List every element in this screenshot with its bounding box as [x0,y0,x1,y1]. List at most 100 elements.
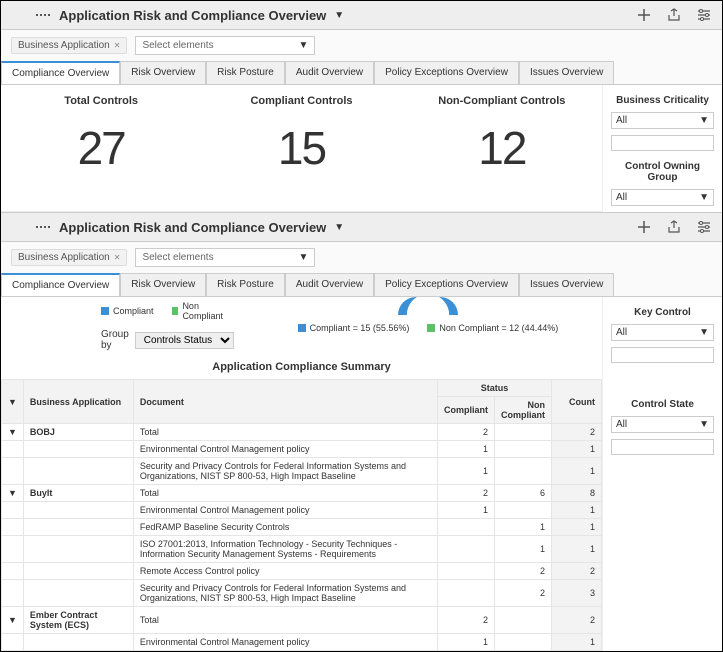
filter-select-control-owning-group[interactable]: All▼ [611,189,714,206]
select-elements-dropdown[interactable]: Select elements ▼ [135,248,315,267]
close-icon[interactable]: ✕ [114,41,121,50]
table-row[interactable]: ISO 27001:2013, Information Technology -… [2,536,602,563]
table-row[interactable]: Security and Privacy Controls for Federa… [2,580,602,607]
cell-count: 1 [552,458,602,485]
tab-audit-overview[interactable]: Audit Overview [285,273,374,296]
title-dropdown-icon[interactable]: ▼ [334,222,344,233]
tab-risk-posture[interactable]: Risk Posture [206,273,285,296]
stat-value: 12 [402,121,602,175]
filter-row-top: Business Application ✕ Select elements ▼ [1,30,722,61]
groupby-select[interactable]: Controls Status [135,332,234,349]
legend-compliant: Compliant [101,306,154,316]
add-icon[interactable] [636,219,652,235]
cell-document: Total [133,485,437,502]
filter-token-business-application[interactable]: Business Application ✕ [11,249,127,266]
settings-sliders-icon[interactable] [696,219,712,235]
col-noncompliant[interactable]: Non Compliant [495,397,552,424]
stat-compliant-controls: Compliant Controls 15 [201,85,401,211]
settings-sliders-icon[interactable] [696,7,712,23]
select-elements-dropdown[interactable]: Select elements ▼ [135,36,315,55]
right-filters-bottom: Key Control All▼ Control State All▼ [602,297,722,651]
cell-compliant: 2 [438,424,495,441]
stat-label: Non-Compliant Controls [402,95,602,107]
tab-risk-posture[interactable]: Risk Posture [206,61,285,84]
cell-count: 1 [552,441,602,458]
stat-label: Total Controls [1,95,201,107]
table-row[interactable]: Remote Access Control policy22 [2,563,602,580]
filter-token-label: Business Application [18,40,110,51]
tab-policy-exceptions-overview[interactable]: Policy Exceptions Overview [374,61,519,84]
stat-value: 27 [1,121,201,175]
dashboard-grid-icon[interactable] [35,7,51,23]
filter-select-business-criticality[interactable]: All▼ [611,112,714,129]
select-placeholder: Select elements [142,252,213,263]
expand-icon[interactable]: ▼ [2,607,24,634]
table-row[interactable]: ▼Ember Contract System (ECS)Total22 [2,607,602,634]
cell-compliant [438,536,495,563]
cell-document: Environmental Control Management policy [133,441,437,458]
col-expand[interactable]: ▼ [2,380,24,424]
chevron-down-icon: ▼ [699,192,709,203]
col-document[interactable]: Document [133,380,437,424]
filter-select-key-control[interactable]: All▼ [611,324,714,341]
col-count[interactable]: Count [552,380,602,424]
cell-compliant: 1 [438,634,495,651]
table-row[interactable]: ▼BuyItTotal268 [2,485,602,502]
filter-select-control-state[interactable]: All▼ [611,416,714,433]
stat-total-controls: Total Controls 27 [1,85,201,211]
table-row[interactable]: Environmental Control Management policy1… [2,634,602,651]
tab-audit-overview[interactable]: Audit Overview [285,61,374,84]
cell-noncompliant [495,441,552,458]
chevron-down-icon: ▼ [699,327,709,338]
table-row[interactable]: Security and Privacy Controls for Federa… [2,458,602,485]
table-row[interactable]: Environmental Control Management policy1… [2,502,602,519]
share-icon[interactable] [666,7,682,23]
cell-document: Security and Privacy Controls for Federa… [133,580,437,607]
page-title: Application Risk and Compliance Overview [59,220,326,235]
cell-app [23,563,133,580]
filter-token-business-application[interactable]: Business Application ✕ [11,37,127,54]
tab-issues-overview[interactable]: Issues Overview [519,273,614,296]
tab-risk-overview[interactable]: Risk Overview [120,61,206,84]
cell-count: 8 [552,485,602,502]
legend-noncompliant: Non Compliant [172,301,234,321]
table-row[interactable]: ▼BOBJTotal22 [2,424,602,441]
menu-icon[interactable] [11,7,27,23]
tabs-top: Compliance OverviewRisk OverviewRisk Pos… [1,61,722,85]
filter-blank[interactable] [611,439,714,455]
cell-compliant: 1 [438,441,495,458]
cell-app: BuyIt [23,485,133,502]
filter-blank[interactable] [611,135,714,151]
header-bar-top: Application Risk and Compliance Overview… [1,1,722,30]
menu-icon[interactable] [11,219,27,235]
add-icon[interactable] [636,7,652,23]
chevron-down-icon: ▼ [299,252,309,263]
cell-noncompliant: 6 [495,485,552,502]
cell-count: 3 [552,580,602,607]
table-row[interactable]: Environmental Control Management policy1… [2,441,602,458]
close-icon[interactable]: ✕ [114,253,121,262]
col-business-application[interactable]: Business Application [23,380,133,424]
tab-compliance-overview[interactable]: Compliance Overview [1,273,120,296]
tab-risk-overview[interactable]: Risk Overview [120,273,206,296]
cell-count: 2 [552,424,602,441]
tabs-bottom: Compliance OverviewRisk OverviewRisk Pos… [1,273,722,297]
tab-compliance-overview[interactable]: Compliance Overview [1,61,120,84]
stat-label: Compliant Controls [201,95,401,107]
expand-icon[interactable]: ▼ [2,485,24,502]
cell-app [23,536,133,563]
dashboard-grid-icon[interactable] [35,219,51,235]
share-icon[interactable] [666,219,682,235]
col-status[interactable]: Status [438,380,552,397]
col-compliant[interactable]: Compliant [438,397,495,424]
tab-issues-overview[interactable]: Issues Overview [519,61,614,84]
cell-document: Environmental Control Management policy [133,502,437,519]
tab-policy-exceptions-overview[interactable]: Policy Exceptions Overview [374,273,519,296]
filter-blank[interactable] [611,347,714,363]
table-row[interactable]: FedRAMP Baseline Security Controls11 [2,519,602,536]
chevron-down-icon: ▼ [699,115,709,126]
filter-token-label: Business Application [18,252,110,263]
stat-value: 15 [201,121,401,175]
title-dropdown-icon[interactable]: ▼ [334,10,344,21]
expand-icon[interactable]: ▼ [2,424,24,441]
